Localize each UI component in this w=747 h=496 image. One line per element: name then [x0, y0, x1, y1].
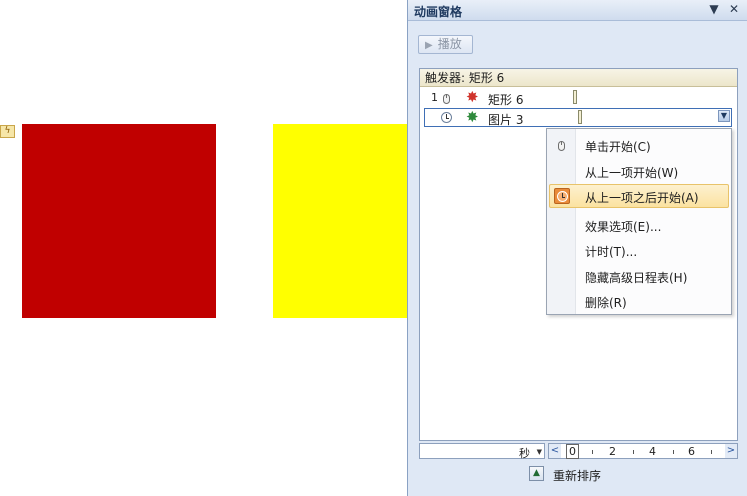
tick-label: 2 — [609, 445, 616, 458]
chevron-down-icon[interactable]: ▼ — [706, 2, 722, 16]
menu-item-start-with-previous[interactable]: 从上一项开始(W) — [547, 159, 731, 183]
menu-item-label: 效果选项(E)... — [585, 220, 662, 234]
menu-item-label: 计时(T)... — [585, 245, 638, 259]
lightning-icon[interactable]: ϟ — [0, 125, 15, 138]
menu-item-label: 隐藏高级日程表(H) — [585, 271, 688, 285]
timing-bar[interactable] — [573, 90, 577, 104]
chevron-down-icon: ▼ — [536, 448, 542, 456]
tick-label: 4 — [649, 445, 656, 458]
menu-item-start-after-previous[interactable]: 从上一项之后开始(A) — [547, 184, 731, 208]
clock-icon — [441, 112, 452, 123]
menu-item-start-on-click[interactable]: 单击开始(C) — [547, 133, 731, 157]
trigger-header[interactable]: 触发器: 矩形 6 — [420, 69, 737, 87]
mouse-icon — [556, 138, 568, 152]
list-item[interactable]: 1 ✸ 矩形 6 — [420, 88, 737, 108]
menu-item-label: 单击开始(C) — [585, 140, 651, 154]
tick-label: 6 — [688, 445, 695, 458]
item-label: 矩形 6 — [488, 93, 524, 107]
timing-bar[interactable] — [578, 110, 582, 124]
tick-mark — [592, 450, 593, 454]
tick-mark — [633, 450, 634, 454]
pane-header: 动画窗格 ▼ ✕ — [408, 0, 747, 21]
list-item[interactable]: ✸ 图片 3 ▼ — [420, 108, 737, 128]
tick-mark — [673, 450, 674, 454]
close-icon[interactable]: ✕ — [726, 2, 742, 16]
play-icon: ▶ — [425, 40, 433, 51]
yellow-rectangle[interactable] — [273, 124, 408, 318]
scroll-right-icon[interactable]: > — [725, 444, 737, 458]
tick-label: 0 — [566, 444, 579, 459]
menu-item-timing[interactable]: 计时(T)... — [547, 238, 731, 262]
star-red-icon: ✸ — [466, 88, 479, 106]
menu-item-remove[interactable]: 删除(R) — [547, 289, 731, 313]
red-rectangle[interactable] — [22, 124, 216, 318]
scroll-left-icon[interactable]: < — [549, 444, 561, 458]
move-up-icon[interactable]: ▲ — [529, 466, 544, 481]
pane-title: 动画窗格 — [414, 5, 463, 19]
timing-context-menu: 单击开始(C) 从上一项开始(W) 从上一项之后开始(A) 效果选项(E)...… — [546, 128, 732, 315]
star-green-icon: ✸ — [466, 108, 479, 126]
menu-item-label: 从上一项之后开始(A) — [585, 191, 699, 205]
seconds-dropdown[interactable]: 秒 ▼ — [419, 443, 545, 460]
play-button[interactable]: ▶ 播放 — [418, 35, 473, 54]
timeline-ruler: < 0 2 4 6 > — [548, 443, 738, 459]
menu-item-label: 从上一项开始(W) — [585, 166, 679, 180]
menu-item-effect-options[interactable]: 效果选项(E)... — [547, 213, 731, 237]
clock-icon — [554, 188, 570, 204]
tick-mark — [711, 450, 712, 454]
menu-item-hide-advanced-timeline[interactable]: 隐藏高级日程表(H) — [547, 264, 731, 288]
mouse-icon — [441, 91, 453, 105]
menu-item-label: 删除(R) — [585, 296, 627, 310]
seconds-label: 秒 — [519, 447, 530, 460]
slide-canvas: ϟ — [0, 0, 408, 496]
play-button-label: 播放 — [437, 37, 462, 51]
item-number: 1 — [431, 91, 438, 104]
reorder-label: 重新排序 — [553, 469, 602, 483]
item-label: 图片 3 — [488, 113, 524, 127]
chevron-down-icon[interactable]: ▼ — [718, 110, 730, 122]
